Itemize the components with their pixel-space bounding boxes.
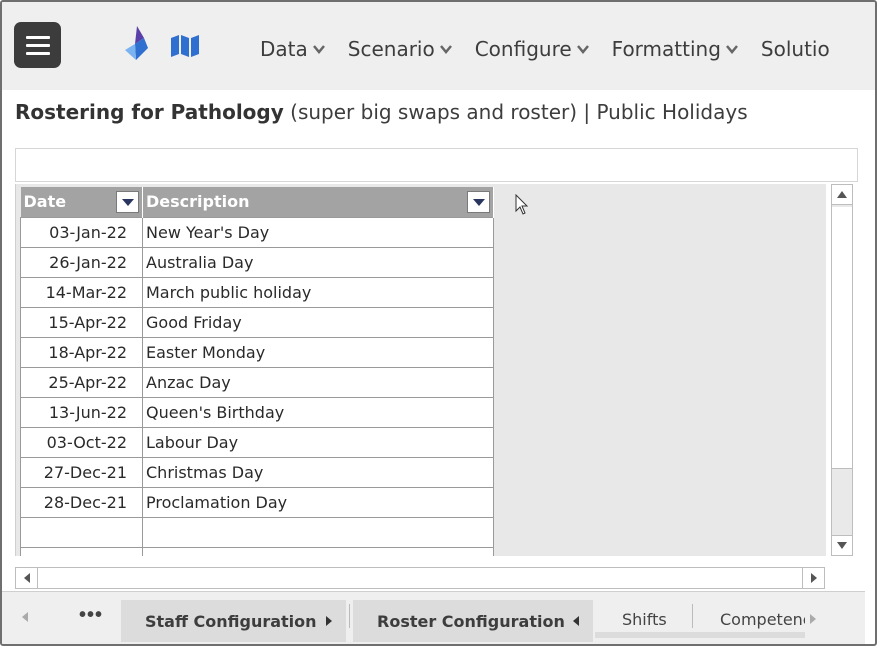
date-cell[interactable]: 25-Apr-22 bbox=[20, 366, 143, 398]
scroll-left-button[interactable] bbox=[16, 568, 38, 588]
mouse-pointer-icon bbox=[515, 194, 529, 215]
scroll-up-button[interactable] bbox=[832, 185, 852, 205]
menu-solution-label: Solutio bbox=[760, 37, 830, 61]
column-header-date: Date bbox=[20, 187, 143, 217]
date-cell[interactable] bbox=[20, 516, 143, 548]
tab-divider bbox=[349, 604, 350, 628]
collapse-left-icon[interactable] bbox=[573, 616, 579, 626]
app-logo-icon[interactable] bbox=[120, 24, 150, 62]
arrow-right-icon bbox=[810, 614, 816, 624]
date-cell[interactable]: 26-Jan-22 bbox=[20, 246, 143, 278]
horizontal-scrollbar[interactable] bbox=[15, 567, 825, 589]
description-cell[interactable]: Proclamation Day bbox=[142, 486, 494, 518]
page-title-model: Rostering for Pathology bbox=[15, 100, 284, 124]
sheet-area[interactable]: Date Description 03-Jan-22 New Year's Day… bbox=[15, 184, 826, 556]
description-cell[interactable]: Good Friday bbox=[142, 306, 494, 338]
table-row: 03-Oct-22 Labour Day bbox=[20, 426, 494, 458]
chevron-down-icon bbox=[725, 45, 738, 54]
main-menu: Data Scenario Configure Formatting Solut… bbox=[260, 32, 852, 66]
table-row: 26-Jan-22 Australia Day bbox=[20, 246, 494, 278]
arrow-right-icon bbox=[810, 573, 817, 583]
page-title-context: (super big swaps and roster) | Public Ho… bbox=[283, 100, 748, 124]
date-cell[interactable]: 28-Dec-21 bbox=[20, 486, 143, 518]
date-cell[interactable] bbox=[20, 546, 143, 556]
description-cell[interactable]: March public holiday bbox=[142, 276, 494, 308]
menu-solution[interactable]: Solutio bbox=[761, 32, 830, 66]
tab-scroll-right-button[interactable] bbox=[810, 614, 816, 624]
tab-divider bbox=[692, 604, 693, 628]
more-tabs-button[interactable]: ••• bbox=[79, 604, 103, 627]
map-icon[interactable] bbox=[170, 35, 200, 57]
table-row bbox=[20, 516, 494, 548]
tab-scroll-left-button[interactable] bbox=[22, 612, 28, 622]
menu-scenario-label: Scenario bbox=[347, 37, 435, 61]
top-bar: Data Scenario Configure Formatting Solut… bbox=[2, 2, 875, 90]
app-window: Data Scenario Configure Formatting Solut… bbox=[0, 0, 877, 646]
description-cell[interactable] bbox=[142, 546, 494, 556]
scroll-down-button[interactable] bbox=[832, 535, 852, 555]
table-row: 03-Jan-22 New Year's Day bbox=[20, 216, 494, 248]
tab-roster-configuration[interactable]: Roster Configuration bbox=[353, 600, 593, 642]
vertical-scroll-thumb[interactable] bbox=[832, 207, 852, 469]
menu-data[interactable]: Data bbox=[260, 32, 326, 66]
table-row: 18-Apr-22 Easter Monday bbox=[20, 336, 494, 368]
chevron-down-icon bbox=[439, 45, 452, 54]
menu-scenario[interactable]: Scenario bbox=[348, 32, 453, 66]
arrow-left-icon bbox=[22, 612, 28, 622]
menu-formatting-label: Formatting bbox=[611, 37, 721, 61]
chevron-down-icon bbox=[312, 45, 325, 54]
page-title: Rostering for Pathology (super big swaps… bbox=[15, 100, 748, 124]
filter-dropdown-description[interactable] bbox=[467, 191, 490, 213]
scroll-right-button[interactable] bbox=[802, 568, 824, 588]
table-row: 13-Jun-22 Queen's Birthday bbox=[20, 396, 494, 428]
arrow-up-icon bbox=[837, 191, 847, 198]
arrow-down-icon bbox=[837, 542, 847, 549]
description-cell[interactable]: Easter Monday bbox=[142, 336, 494, 368]
date-cell[interactable]: 13-Jun-22 bbox=[20, 396, 143, 428]
menu-data-label: Data bbox=[260, 37, 308, 61]
tab-staff-configuration[interactable]: Staff Configuration bbox=[121, 600, 346, 642]
cell-edit-bar[interactable] bbox=[15, 148, 858, 182]
description-cell[interactable]: Christmas Day bbox=[142, 456, 494, 488]
arrow-left-icon bbox=[23, 573, 30, 583]
tab-roster-configuration-label: Roster Configuration bbox=[377, 611, 565, 631]
description-cell[interactable]: Labour Day bbox=[142, 426, 494, 458]
table-row: 15-Apr-22 Good Friday bbox=[20, 306, 494, 338]
table-row: 25-Apr-22 Anzac Day bbox=[20, 366, 494, 398]
column-header-description: Description bbox=[142, 187, 494, 217]
description-cell[interactable]: Australia Day bbox=[142, 246, 494, 278]
description-cell[interactable]: New Year's Day bbox=[142, 216, 494, 248]
date-cell[interactable]: 14-Mar-22 bbox=[20, 276, 143, 308]
description-cell[interactable]: Anzac Day bbox=[142, 366, 494, 398]
hamburger-menu-button[interactable] bbox=[14, 22, 61, 68]
tab-competencies[interactable]: Competenc bbox=[720, 600, 805, 638]
column-header-description-label: Description bbox=[146, 192, 250, 212]
date-cell[interactable]: 03-Oct-22 bbox=[20, 426, 143, 458]
filter-dropdown-date[interactable] bbox=[116, 191, 139, 213]
vertical-scrollbar[interactable] bbox=[831, 184, 853, 556]
column-header-date-label: Date bbox=[23, 192, 67, 212]
tab-shifts[interactable]: Shifts bbox=[622, 600, 667, 638]
date-cell[interactable]: 15-Apr-22 bbox=[20, 306, 143, 338]
date-cell[interactable]: 27-Dec-21 bbox=[20, 456, 143, 488]
description-cell[interactable] bbox=[142, 516, 494, 548]
sheet-tab-bar: ••• Staff Configuration Roster Configura… bbox=[2, 591, 865, 644]
menu-configure[interactable]: Configure bbox=[475, 32, 590, 66]
holidays-table: Date Description 03-Jan-22 New Year's Day… bbox=[20, 187, 494, 556]
menu-configure-label: Configure bbox=[474, 37, 572, 61]
table-row: 27-Dec-21 Christmas Day bbox=[20, 456, 494, 488]
table-row: 28-Dec-21 Proclamation Day bbox=[20, 486, 494, 518]
table-row bbox=[20, 546, 494, 556]
date-cell[interactable]: 03-Jan-22 bbox=[20, 216, 143, 248]
expand-right-icon[interactable] bbox=[326, 616, 332, 626]
chevron-down-icon bbox=[576, 45, 589, 54]
date-cell[interactable]: 18-Apr-22 bbox=[20, 336, 143, 368]
tab-staff-configuration-label: Staff Configuration bbox=[145, 611, 317, 631]
menu-formatting[interactable]: Formatting bbox=[612, 32, 739, 66]
table-row: 14-Mar-22 March public holiday bbox=[20, 276, 494, 308]
description-cell[interactable]: Queen's Birthday bbox=[142, 396, 494, 428]
